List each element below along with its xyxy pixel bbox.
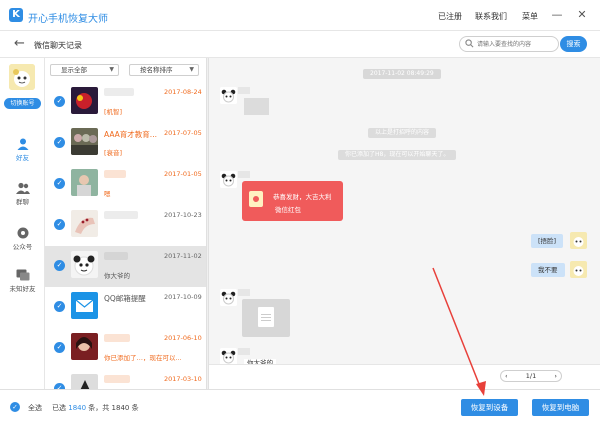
annotation-arrow — [432, 267, 486, 396]
